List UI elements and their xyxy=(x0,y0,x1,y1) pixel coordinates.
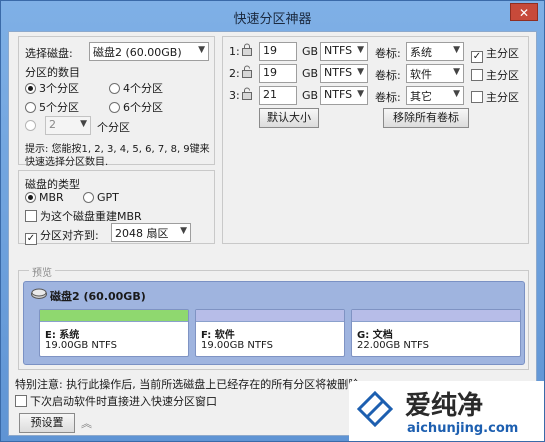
partition-list-panel: 1: 19 GB NTFS ▼ 卷标: 系统 ▼ ✓ 主分区 2: 19 GB … xyxy=(222,36,529,244)
disk-type-panel: 磁盘的类型 MBR GPT 为这个磁盘重建MBR ✓ 分区对齐到: 2048 扇区… xyxy=(18,170,215,245)
warning-notice: 特别注意: 执行此操作后, 当前所选磁盘上已经存在的所有分区将被删除 xyxy=(15,378,360,391)
align-partitions-checkbox[interactable]: ✓ 分区对齐到: xyxy=(25,227,99,245)
partition-2-volume-label: 卷标: xyxy=(375,69,401,82)
partition-color-bar xyxy=(40,310,188,322)
partition-name: F: 软件 xyxy=(201,330,235,341)
double-chevron-up-icon[interactable]: ︽ xyxy=(81,415,92,431)
preview-partition-e[interactable]: E: 系统 19.00GB NTFS xyxy=(39,309,189,357)
chevron-down-icon: ▼ xyxy=(453,45,460,55)
partition-2-index: 2: xyxy=(229,67,240,80)
partition-color-bar xyxy=(196,310,344,322)
radio-mbr[interactable]: MBR xyxy=(25,191,64,204)
disk-select-value: 磁盘2 (60.00GB) xyxy=(93,46,182,59)
radio-icon xyxy=(109,83,120,94)
partition-3-size-input[interactable]: 21 xyxy=(259,86,297,105)
disk-select[interactable]: 磁盘2 (60.00GB) ▼ xyxy=(89,42,209,61)
partition-name: E: 系统 xyxy=(45,330,80,341)
partition-3-fs-select[interactable]: NTFS ▼ xyxy=(320,86,368,105)
partition-2-size-input[interactable]: 19 xyxy=(259,64,297,83)
chevron-down-icon: ▼ xyxy=(357,67,364,77)
window-title: 快速分区神器 xyxy=(233,12,312,27)
chevron-down-icon: ▼ xyxy=(180,226,187,236)
radio-gpt[interactable]: GPT xyxy=(83,191,119,204)
rebuild-mbr-checkbox[interactable]: 为这个磁盘重建MBR xyxy=(25,208,142,224)
checkbox-icon xyxy=(471,69,483,81)
disk-type-label: 磁盘的类型 xyxy=(25,178,80,191)
radio-icon xyxy=(83,192,94,203)
partition-options-panel: 选择磁盘: 磁盘2 (60.00GB) ▼ 分区的数目 3个分区 4个分区 5个… xyxy=(18,36,215,168)
partition-3-volume-select[interactable]: 其它 ▼ xyxy=(406,86,464,105)
partition-1-unit: GB xyxy=(302,45,319,58)
disk-preview: 磁盘2 (60.00GB) E: 系统 19.00GB NTFS F: 软件 1… xyxy=(23,281,525,365)
title-bar[interactable]: 快速分区神器 ✕ xyxy=(1,1,544,31)
radio-icon xyxy=(25,83,36,94)
radio-6-partitions[interactable]: 6个分区 xyxy=(109,99,163,115)
partition-3-primary-checkbox[interactable]: 主分区 xyxy=(471,89,519,105)
partition-count-label: 分区的数目 xyxy=(25,66,80,79)
partition-color-bar xyxy=(352,310,520,322)
partition-1-fs-select[interactable]: NTFS ▼ xyxy=(320,42,368,61)
checkmark-icon: ✓ xyxy=(471,51,483,63)
preview-partition-g[interactable]: G: 文档 22.00GB NTFS xyxy=(351,309,521,357)
watermark-brand: 爱纯净 xyxy=(405,391,484,421)
radio-icon xyxy=(25,120,36,131)
preview-disk-label: 磁盘2 (60.00GB) xyxy=(50,290,146,303)
checkbox-icon xyxy=(15,395,27,407)
default-size-button[interactable]: 默认大小 xyxy=(259,108,319,128)
preset-button[interactable]: 预设置 xyxy=(19,413,75,433)
partition-info: 19.00GB NTFS xyxy=(45,340,117,351)
partition-3-volume-label: 卷标: xyxy=(375,91,401,104)
watermark-url: aichunjing.com xyxy=(407,421,519,436)
partition-2-fs-select[interactable]: NTFS ▼ xyxy=(320,64,368,83)
partition-2-volume-select[interactable]: 软件 ▼ xyxy=(406,64,464,83)
startup-quick-partition-checkbox[interactable]: 下次启动软件时直接进入快速分区窗口 xyxy=(15,393,217,409)
radio-5-partitions[interactable]: 5个分区 xyxy=(25,99,79,115)
unlock-icon[interactable] xyxy=(241,65,253,81)
partition-1-index: 1: xyxy=(229,45,240,58)
partition-3-index: 3: xyxy=(229,89,240,102)
partition-info: 22.00GB NTFS xyxy=(357,340,429,351)
radio-icon xyxy=(25,192,36,203)
checkbox-icon xyxy=(25,210,37,222)
hint-line-2: 快速选择分区数目. xyxy=(25,157,109,168)
partition-name: G: 文档 xyxy=(357,330,393,341)
radio-icon xyxy=(109,102,120,113)
watermark: 爱纯净 aichunjing.com xyxy=(349,381,544,441)
chevron-down-icon: ▼ xyxy=(357,89,364,99)
partition-3-unit: GB xyxy=(302,89,319,102)
radio-3-partitions[interactable]: 3个分区 xyxy=(25,80,79,96)
custom-partition-suffix: 个分区 xyxy=(97,121,130,134)
watermark-logo xyxy=(356,390,394,430)
chevron-down-icon: ▼ xyxy=(453,89,460,99)
radio-4-partitions[interactable]: 4个分区 xyxy=(109,80,163,96)
partition-1-size-input[interactable]: 19 xyxy=(259,42,297,61)
partition-1-volume-label: 卷标: xyxy=(375,47,401,60)
custom-partition-count-select[interactable]: 2 ▼ xyxy=(45,116,91,135)
chevron-down-icon: ▼ xyxy=(198,45,205,55)
checkbox-icon xyxy=(471,91,483,103)
partition-1-volume-select[interactable]: 系统 ▼ xyxy=(406,42,464,61)
disk-select-label: 选择磁盘: xyxy=(25,47,73,60)
close-button[interactable]: ✕ xyxy=(510,3,538,21)
lock-icon[interactable] xyxy=(241,43,253,59)
checkmark-icon: ✓ xyxy=(25,233,37,245)
radio-icon xyxy=(25,102,36,113)
client-area: 选择磁盘: 磁盘2 (60.00GB) ▼ 分区的数目 3个分区 4个分区 5个… xyxy=(8,31,537,436)
radio-custom-partitions[interactable] xyxy=(25,119,39,132)
preview-legend: 预览 xyxy=(29,264,55,279)
remove-labels-button[interactable]: 移除所有卷标 xyxy=(383,108,469,128)
partition-1-primary-checkbox[interactable]: ✓ 主分区 xyxy=(471,45,519,63)
partition-2-primary-checkbox[interactable]: 主分区 xyxy=(471,67,519,83)
preview-partition-f[interactable]: F: 软件 19.00GB NTFS xyxy=(195,309,345,357)
partition-2-unit: GB xyxy=(302,67,319,80)
partition-info: 19.00GB NTFS xyxy=(201,340,273,351)
app-window: 快速分区神器 ✕ 选择磁盘: 磁盘2 (60.00GB) ▼ 分区的数目 3个分… xyxy=(0,0,545,442)
disk-icon xyxy=(31,288,47,302)
chevron-down-icon: ▼ xyxy=(357,45,364,55)
chevron-down-icon: ▼ xyxy=(80,119,87,129)
unlock-icon[interactable] xyxy=(241,87,253,103)
align-sector-select[interactable]: 2048 扇区 ▼ xyxy=(111,223,191,242)
chevron-down-icon: ▼ xyxy=(453,67,460,77)
